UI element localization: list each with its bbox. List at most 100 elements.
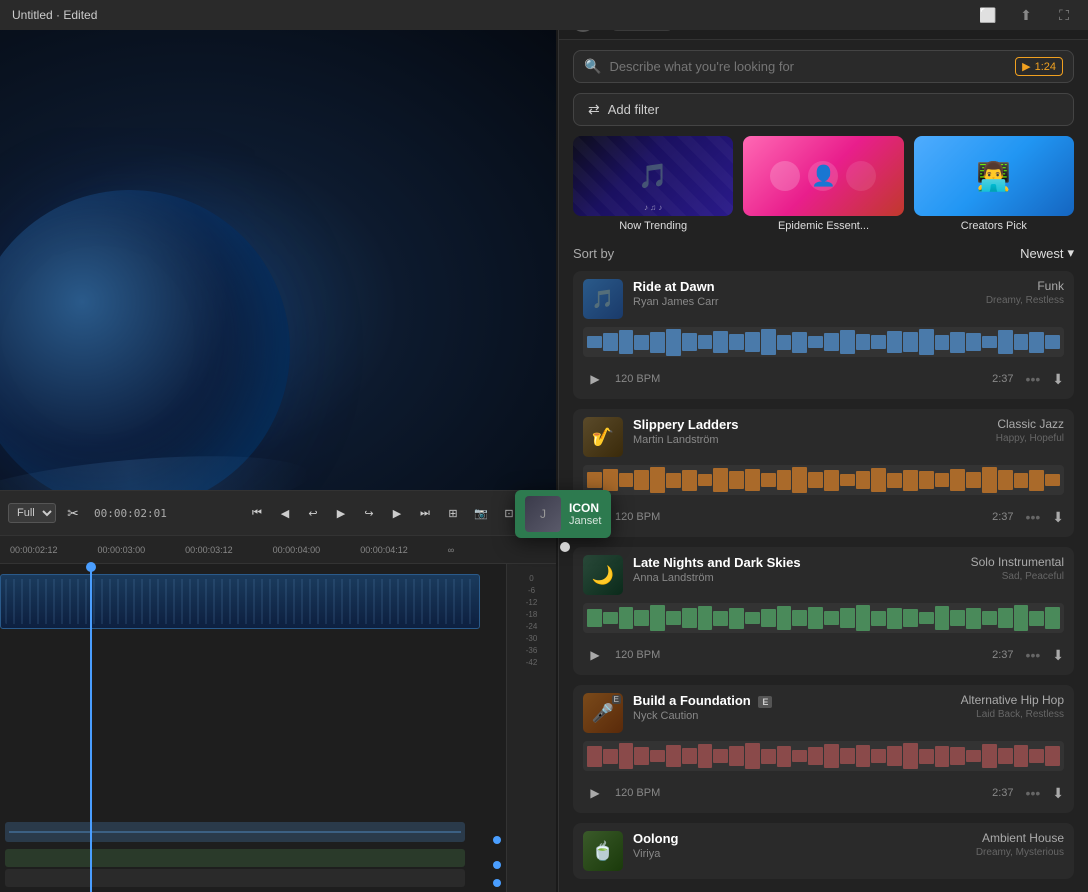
frame-back-btn[interactable]: ⏮ [246, 502, 268, 524]
tc-4: 00:00:04:00 [273, 545, 321, 555]
playlist-card-epidemic[interactable]: 👤 Epidemic Essent... [743, 136, 903, 233]
track-controls: ▶ 120 BPM 2:37 ••• ⬇ [573, 501, 1074, 537]
tooltip-title: ICON [569, 501, 601, 515]
search-bar: 🔍 ▶ 1:24 [559, 40, 1088, 93]
track-download-button[interactable]: ⬇ [1052, 509, 1064, 526]
track-more-button[interactable]: ••• [1022, 785, 1045, 801]
waveform [583, 603, 1064, 633]
track-bpm: 120 BPM [615, 649, 660, 661]
export-icon[interactable]: ⬆ [1014, 3, 1038, 27]
filter-bar: ⇄ Add filter [559, 93, 1088, 136]
playlist-card-trending[interactable]: 🎵 ♪ ♫ ♪ Now Trending [573, 136, 733, 233]
track-tags: Sad, Peaceful [971, 571, 1064, 582]
track-genre: Alternative Hip Hop [961, 693, 1064, 707]
track-play-button[interactable]: ▶ [583, 781, 607, 805]
audio-track-3[interactable] [5, 869, 465, 887]
explicit-badge: E [758, 696, 772, 708]
track-meta: Funk Dreamy, Restless [986, 279, 1064, 306]
track-item[interactable]: 🍵 Oolong Viriya Ambient House Dreamy, My… [573, 823, 1074, 879]
track-bpm: 120 BPM [615, 373, 660, 385]
track-meta: Ambient House Dreamy, Mysterious [976, 831, 1064, 858]
tc-6: ∞ [448, 545, 454, 555]
track-play-button[interactable]: ▶ [583, 643, 607, 667]
track-more-button[interactable]: ••• [1022, 371, 1045, 387]
split-clip-btn[interactable]: ⊞ [442, 502, 464, 524]
video-clip[interactable] [0, 574, 480, 629]
waveform [583, 465, 1064, 495]
sort-value: Newest [1020, 246, 1063, 261]
track-details: Slippery Ladders Martin Landström [633, 417, 986, 446]
frame-fwd-btn[interactable]: ⏭ [414, 502, 436, 524]
time-badge-value: 1:24 [1035, 61, 1056, 73]
minimize-icon[interactable]: ⬜ [976, 3, 1000, 27]
track-controls: ▶ 120 BPM 2:37 ••• ⬇ [573, 363, 1074, 399]
track-name: Slippery Ladders [633, 417, 986, 432]
track-tags: Dreamy, Mysterious [976, 847, 1064, 858]
track-meta: Solo Instrumental Sad, Peaceful [971, 555, 1064, 582]
filter-label: Add filter [608, 102, 659, 117]
track-item[interactable]: 🎤 E Build a Foundation E Nyck Caution Al… [573, 685, 1074, 813]
add-marker-btn[interactable]: 📷 [470, 502, 492, 524]
track-details: Ride at Dawn Ryan James Carr [633, 279, 976, 308]
track-item[interactable]: 🌙 Late Nights and Dark Skies Anna Landst… [573, 547, 1074, 675]
track-name: Oolong [633, 831, 966, 846]
fast-forward-btn[interactable]: ↪ [358, 502, 380, 524]
fullscreen-icon[interactable]: ⛶ [1052, 3, 1076, 27]
playhead [90, 564, 92, 892]
time-badge: ▶ 1:24 [1015, 57, 1063, 76]
playlist-label-epidemic: Epidemic Essent... [743, 220, 903, 233]
waveform [583, 327, 1064, 357]
track-download-button[interactable]: ⬇ [1052, 647, 1064, 664]
track-artist: Ryan James Carr [633, 296, 976, 308]
track-bpm: 120 BPM [615, 787, 660, 799]
track-list: 🎵 Ride at Dawn Ryan James Carr Funk Drea… [559, 271, 1088, 892]
track-artist: Nyck Caution [633, 710, 951, 722]
track-genre: Ambient House [976, 831, 1064, 845]
playback-controls: Full ✂ 00:00:02:01 ⏮ ◀ ↩ ▶ ↪ ▶ ⏭ ⊞ 📷 ⊡ ＋ [0, 490, 556, 535]
track-bpm: 120 BPM [615, 511, 660, 523]
track-duration: 2:37 [992, 373, 1013, 385]
track-controls: ▶ 120 BPM 2:37 ••• ⬇ [573, 639, 1074, 675]
frame-next-btn[interactable]: ▶ [386, 502, 408, 524]
play-icon: ▶ [1022, 60, 1030, 73]
track-download-button[interactable]: ⬇ [1052, 785, 1064, 802]
track-more-button[interactable]: ••• [1022, 509, 1045, 525]
sort-chevron-icon: ▾ [1067, 245, 1074, 261]
waveform [583, 741, 1064, 771]
track-download-button[interactable]: ⬇ [1052, 371, 1064, 388]
playlist-card-creators[interactable]: 👨‍💻 Creators Pick [914, 136, 1074, 233]
track-item[interactable]: 🎵 Ride at Dawn Ryan James Carr Funk Drea… [573, 271, 1074, 399]
tc-2: 00:00:03:00 [98, 545, 146, 555]
track-artist: Anna Landström [633, 572, 961, 584]
track-name: Build a Foundation E [633, 693, 951, 708]
track-more-button[interactable]: ••• [1022, 647, 1045, 663]
sort-by-label: Sort by [573, 246, 614, 261]
planet-graphic [0, 190, 290, 490]
search-input-wrap: 🔍 ▶ 1:24 [573, 50, 1074, 83]
view-mode-select[interactable]: Full [8, 503, 56, 523]
track-item[interactable]: 🎷 Slippery Ladders Martin Landström Clas… [573, 409, 1074, 537]
frame-prev-btn[interactable]: ◀ [274, 502, 296, 524]
track-tags: Happy, Hopeful [996, 433, 1064, 444]
audio-track-2[interactable] [5, 849, 465, 867]
add-filter-button[interactable]: ⇄ Add filter [573, 93, 1074, 126]
search-icon: 🔍 [584, 58, 601, 75]
track-thumbnail: 🌙 [583, 555, 623, 595]
sort-bar: Sort by Newest ▾ [559, 245, 1088, 271]
track-thumbnail: 🎷 [583, 417, 623, 457]
tooltip-info: ICON Janset [569, 501, 601, 527]
play-pause-btn[interactable]: ▶ [330, 502, 352, 524]
tools-icon[interactable]: ✂ [62, 502, 84, 524]
cursor [560, 542, 570, 552]
audio-track-1[interactable] [5, 822, 465, 842]
track-genre: Solo Instrumental [971, 555, 1064, 569]
sort-select[interactable]: Newest ▾ [1020, 245, 1074, 261]
timecode: 00:00:02:01 [94, 507, 167, 520]
rewind-btn[interactable]: ↩ [302, 502, 324, 524]
playlist-label-trending: Now Trending [573, 220, 733, 233]
playlist-label-creators: Creators Pick [914, 220, 1074, 233]
search-input[interactable] [609, 59, 1007, 74]
track-name: Ride at Dawn [633, 279, 976, 294]
video-preview [0, 30, 556, 490]
track-play-button[interactable]: ▶ [583, 367, 607, 391]
